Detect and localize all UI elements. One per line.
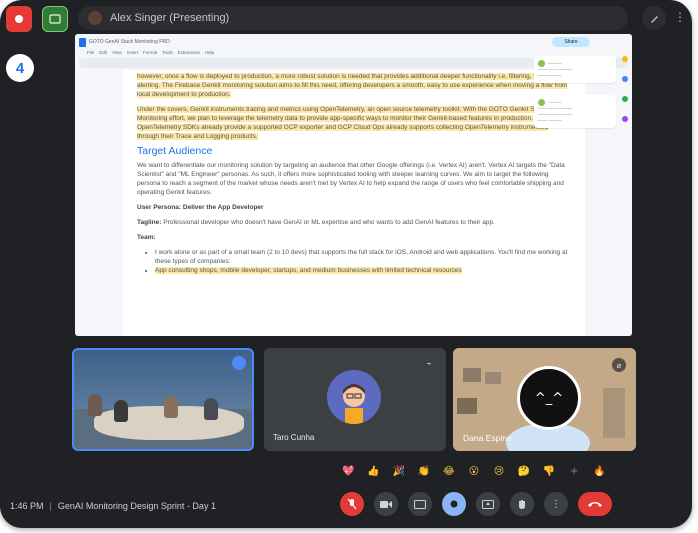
- presenter-title: Alex Singer (Presenting): [110, 12, 230, 24]
- commenter-avatar: [538, 99, 545, 106]
- doc-page: however, once a flow is deployed to prod…: [123, 70, 585, 336]
- docs-icon: [79, 37, 86, 47]
- reaction-thinking-icon[interactable]: 🤔: [517, 464, 531, 478]
- commenter-avatar: [538, 60, 545, 67]
- reaction-party-icon[interactable]: 🎉: [392, 464, 406, 478]
- raise-hand-icon[interactable]: [442, 492, 466, 516]
- hand-icon[interactable]: [510, 492, 534, 516]
- doc-list: I work alone or as part of a small team …: [137, 248, 571, 275]
- reaction-fire-icon[interactable]: 🔥: [592, 464, 606, 478]
- doc-persona: User Persona: Deliver the App Developer: [137, 204, 264, 211]
- reaction-thumbs-down-icon[interactable]: 👎: [542, 464, 556, 478]
- camera-toggle-icon[interactable]: [374, 492, 398, 516]
- divider: |: [49, 501, 52, 511]
- share-button[interactable]: Share: [552, 37, 590, 47]
- doc-paragraph: We want to differentiate our monitoring …: [137, 162, 565, 196]
- menu-file[interactable]: File: [87, 50, 94, 58]
- present-screen-icon[interactable]: [476, 492, 500, 516]
- reaction-clap-icon[interactable]: 👏: [417, 464, 431, 478]
- mic-off-icon: ⌁: [426, 358, 432, 368]
- reaction-thumbs-up-icon[interactable]: 👍: [367, 464, 381, 478]
- doc-title-bar: GOTO GenAI Stack Monitoring PRD: [75, 34, 632, 50]
- more-actions-icon[interactable]: ⋮: [544, 492, 568, 516]
- reaction-bar: 💖 👍 🎉 👏 😂 😮 😢 🤔 👎 + 🔥: [336, 460, 612, 482]
- participant-avatar[interactable]: 4: [6, 54, 34, 82]
- doc-tagline: Tagline: Professional developer who does…: [137, 219, 495, 226]
- person: [88, 394, 102, 416]
- recording-icon[interactable]: [6, 6, 32, 32]
- speaking-indicator-icon: [232, 356, 246, 370]
- menu-edit[interactable]: Edit: [99, 50, 107, 58]
- captions-button-icon[interactable]: [408, 492, 432, 516]
- contacts-icon[interactable]: [622, 116, 628, 122]
- presenter-banner: Alex Singer (Presenting): [78, 6, 628, 30]
- person: [164, 396, 178, 418]
- end-call-button[interactable]: [578, 492, 612, 516]
- comment-panel: ——— —— —— ——— ——— —— ——— —— —— ——— ——— —— ——…: [534, 56, 616, 140]
- meeting-title: GenAI Monitoring Design Sprint - Day 1: [57, 501, 216, 511]
- clock-time: 1:46 PM: [10, 501, 44, 511]
- avatar: [327, 370, 381, 424]
- person: [114, 400, 128, 422]
- participant-name: Taro Cunha: [273, 433, 315, 442]
- list-item: I work alone or as part of a small team …: [155, 248, 571, 266]
- menu-insert[interactable]: Insert: [127, 50, 138, 58]
- reaction-sad-icon[interactable]: 😢: [492, 464, 506, 478]
- more-options-icon[interactable]: ⋮: [674, 10, 686, 24]
- call-controls: ⋮: [340, 492, 612, 516]
- comment-card[interactable]: ——— —— —— ——— ——— ——: [534, 56, 616, 83]
- reaction-laugh-icon[interactable]: 😂: [442, 464, 456, 478]
- menu-tools[interactable]: Tools: [162, 50, 173, 58]
- participant-tile-room[interactable]: [72, 348, 254, 451]
- keep-icon[interactable]: [622, 96, 628, 102]
- reaction-face-icon: ^_^: [517, 366, 581, 430]
- menu-view[interactable]: View: [112, 50, 122, 58]
- doc-team-label: Team:: [137, 234, 156, 241]
- doc-paragraph: Under the covers, Genkit instruments tra…: [137, 106, 549, 140]
- participant-tile-taro[interactable]: ⌁ Taro Cunha: [264, 348, 446, 451]
- mic-toggle-icon[interactable]: [340, 492, 364, 516]
- meet-window: Alex Singer (Presenting) ⋮ 4 GOTO GenAI …: [0, 0, 692, 528]
- doc-paragraph: however, once a flow is deployed to prod…: [137, 73, 568, 98]
- mic-off-icon: ⌀: [612, 358, 626, 372]
- menu-format[interactable]: Format: [143, 50, 157, 58]
- participant-tile-dana[interactable]: ⌀ ^_^ Dana Espine: [453, 348, 636, 451]
- menu-help[interactable]: Help: [205, 50, 214, 58]
- reaction-more-icon[interactable]: +: [567, 464, 581, 478]
- meeting-info: 1:46 PM | GenAI Monitoring Design Sprint…: [10, 501, 216, 511]
- participant-name: Dana Espine: [463, 433, 512, 443]
- calendar-icon[interactable]: [622, 56, 628, 62]
- shared-screen-document: GOTO GenAI Stack Monitoring PRD Share Fi…: [75, 34, 632, 336]
- captions-icon[interactable]: [42, 6, 68, 32]
- doc-heading: Target Audience: [137, 145, 213, 157]
- doc-side-rail: [622, 56, 630, 136]
- person: [204, 398, 218, 420]
- menu-extensions[interactable]: Extensions: [178, 50, 200, 58]
- doc-file-title: GOTO GenAI Stack Monitoring PRD: [89, 39, 170, 45]
- comment-card[interactable]: ——— —— —— ——— ——— —— —— —— ———: [534, 95, 616, 128]
- reaction-surprised-icon[interactable]: 😮: [467, 464, 481, 478]
- reaction-heart-icon[interactable]: 💖: [342, 464, 356, 478]
- presenter-avatar: [88, 11, 102, 25]
- tasks-icon[interactable]: [622, 76, 628, 82]
- annotate-icon[interactable]: [642, 6, 666, 30]
- list-item: App consulting shops, mobile developer, …: [155, 266, 571, 275]
